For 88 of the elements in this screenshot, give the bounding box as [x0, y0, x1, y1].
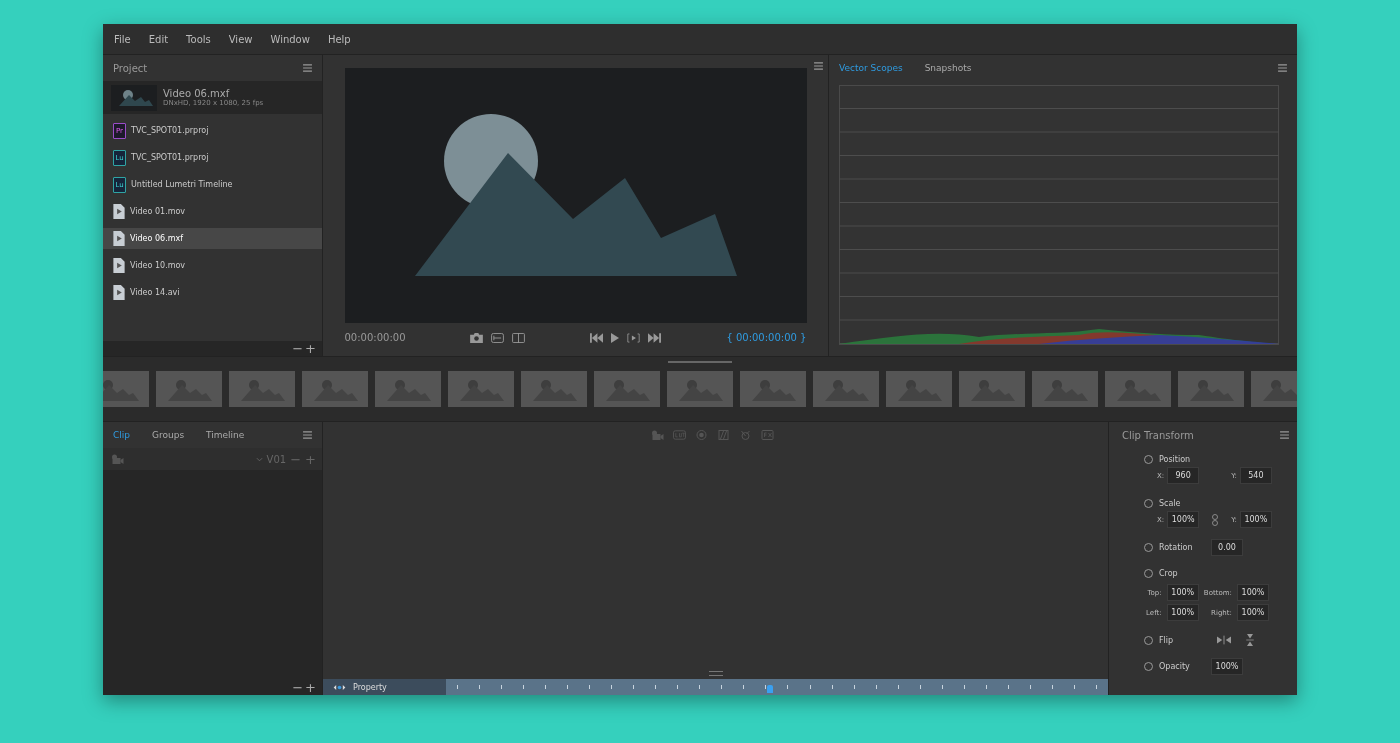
value-field[interactable]: 960	[1167, 467, 1200, 484]
thumbnail-drawing[interactable]	[594, 371, 660, 407]
property-label: Position	[1159, 454, 1192, 464]
value-field[interactable]: 540	[1239, 467, 1272, 484]
menu-item[interactable]: Help	[327, 33, 351, 45]
panel-tab[interactable]: Vector Scopes	[839, 63, 903, 73]
keyframe-nav-icon[interactable]	[333, 684, 346, 690]
value-field[interactable]: 100%	[1211, 657, 1243, 675]
playhead[interactable]	[767, 685, 774, 693]
menu-icon[interactable]	[303, 64, 312, 72]
clip-name: Video 06.mxf	[163, 88, 231, 99]
panel-tab[interactable]: Snapshots	[924, 63, 972, 73]
thumbnail-drawing	[111, 84, 157, 111]
thumbnail-drawing[interactable]	[740, 371, 806, 407]
project-item[interactable]: Video 01.mov	[103, 201, 322, 222]
value-field[interactable]: 100%	[1239, 511, 1272, 528]
thumbnail-drawing[interactable]	[667, 371, 733, 407]
value-field[interactable]: 100%	[1237, 584, 1269, 601]
skip-forward-icon[interactable]	[648, 332, 662, 343]
thumbnail-drawing[interactable]	[302, 371, 368, 407]
curve-icon[interactable]	[717, 430, 730, 440]
project-item[interactable]: Video 10.mov	[103, 255, 322, 276]
property-label: Rotation	[1159, 542, 1194, 552]
thumbnail-drawing[interactable]	[448, 371, 514, 407]
flip-horizontal-icon[interactable]	[1217, 634, 1231, 646]
project-item[interactable]: Video 14.avi	[103, 282, 322, 303]
menu-icon[interactable]	[1278, 64, 1287, 72]
flip-vertical-icon[interactable]	[1243, 634, 1257, 646]
panel-tab[interactable]: Groups	[152, 430, 185, 440]
property-label: Flip	[1159, 635, 1175, 645]
panel-tab[interactable]: Clip	[113, 430, 130, 440]
play-range-icon[interactable]	[627, 332, 641, 343]
thumbnail-drawing[interactable]	[521, 371, 587, 407]
thumbnail-drawing[interactable]	[959, 371, 1025, 407]
thumbnail-drawing[interactable]	[229, 371, 295, 407]
split-view-icon[interactable]	[512, 332, 526, 343]
effects-icon[interactable]	[761, 430, 774, 440]
film-camera-icon[interactable]	[111, 454, 124, 464]
time-ruler[interactable]	[446, 679, 1108, 695]
remove-button[interactable]: −	[292, 681, 304, 694]
panel-title: Clip Transform	[1122, 429, 1194, 441]
menu-item[interactable]: Tools	[186, 33, 211, 45]
value-field[interactable]: 100%	[1166, 604, 1199, 621]
property-label: Property	[353, 682, 387, 692]
property-label: Opacity	[1159, 661, 1191, 671]
chevron-down-icon[interactable]	[255, 456, 263, 462]
thumbnail-drawing[interactable]	[813, 371, 879, 407]
timecode: 00:00:00:00	[344, 332, 406, 343]
lut-icon[interactable]	[673, 430, 686, 440]
thumbnail-drawing[interactable]	[1105, 371, 1171, 407]
property-label: Crop	[1159, 568, 1179, 578]
skip-back-icon[interactable]	[590, 332, 604, 343]
menu-icon[interactable]	[1280, 431, 1289, 439]
link-icon[interactable]	[1212, 513, 1219, 526]
thumbnail-drawing[interactable]	[375, 371, 441, 407]
thumbnail-drawing[interactable]	[156, 371, 222, 407]
value-field[interactable]: 0.00	[1211, 538, 1243, 556]
remove-button[interactable]: −	[292, 342, 304, 355]
value-field[interactable]: 100%	[1167, 511, 1200, 528]
play-icon[interactable]	[611, 332, 620, 343]
project-item[interactable]: Video 06.mxf	[103, 228, 322, 249]
record-icon[interactable]	[695, 430, 708, 440]
track-label: V01	[266, 453, 287, 465]
property-label: Scale	[1159, 498, 1182, 508]
panel-tab[interactable]: Timeline	[206, 430, 245, 440]
menu-item[interactable]: View	[228, 33, 253, 45]
value-field[interactable]: 100%	[1237, 604, 1269, 621]
fit-frame-icon[interactable]	[491, 332, 505, 343]
duration-timecode: { 00:00:00:00 }	[726, 332, 807, 343]
menu-item[interactable]: File	[114, 33, 131, 45]
add-button[interactable]: +	[305, 681, 316, 694]
thumbnail-drawing[interactable]	[1178, 371, 1244, 407]
video-file-icon	[113, 231, 125, 246]
film-camera-icon[interactable]	[651, 430, 664, 440]
menu-item[interactable]: Window	[270, 33, 310, 45]
video-file-icon	[113, 258, 125, 273]
color-picker-icon[interactable]	[739, 430, 752, 440]
panel-title: Project	[113, 62, 148, 74]
value-field[interactable]: 100%	[1166, 584, 1199, 601]
add-button[interactable]: +	[305, 342, 316, 355]
thumbnail-drawing[interactable]	[1032, 371, 1098, 407]
menu-item[interactable]: Edit	[148, 33, 169, 45]
thumbnail-drawing[interactable]	[886, 371, 952, 407]
video-file-icon	[113, 204, 125, 219]
camera-icon[interactable]	[470, 332, 484, 343]
menu-icon[interactable]	[303, 431, 312, 439]
menu-icon[interactable]	[814, 62, 823, 70]
video-file-icon	[113, 285, 125, 300]
